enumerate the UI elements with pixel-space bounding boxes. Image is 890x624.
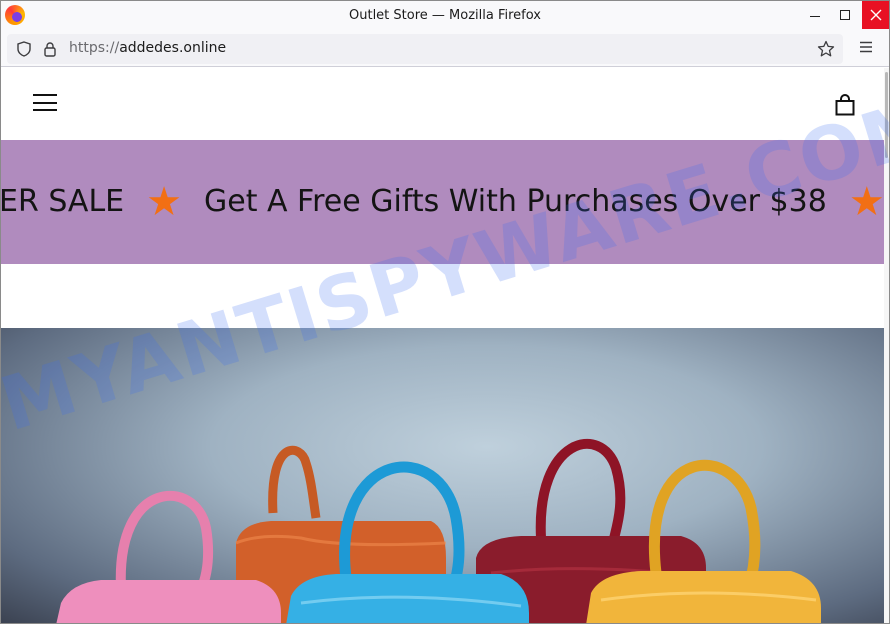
scroll-thumb[interactable] [885,72,888,158]
url-bar[interactable]: https://addedes.online [7,34,843,64]
maximize-button[interactable] [831,1,859,29]
hero-image[interactable] [1,328,884,623]
navigation-bar: https://addedes.online [1,31,889,67]
shopping-bag-icon[interactable] [835,94,855,116]
scrollbar[interactable] [884,68,889,623]
promo-text-2: Get A Free Gifts With Purchases Over $38 [204,184,827,219]
url-protocol: https:// [69,40,120,56]
hamburger-icon[interactable] [33,94,57,111]
promo-text-1: ER SALE [1,184,125,219]
close-icon [870,9,881,21]
spacer-band [1,264,884,328]
star-icon: ★ [848,178,884,225]
browser-window: Outlet Store — Mozilla Firefox https://a… [0,0,890,624]
url-text[interactable]: https://addedes.online [69,40,226,56]
shield-icon[interactable] [17,41,31,57]
page-viewport: ER SALE ★ Get A Free Gifts With Purchase… [1,68,889,623]
promo-marquee: ER SALE ★ Get A Free Gifts With Purchase… [1,178,884,225]
url-domain: addedes.online [119,40,227,56]
lock-icon[interactable] [43,41,57,57]
title-bar: Outlet Store — Mozilla Firefox [1,1,889,31]
minimize-button[interactable] [801,1,829,29]
star-icon[interactable] [817,40,835,58]
window-title: Outlet Store — Mozilla Firefox [349,8,541,23]
close-button[interactable] [862,1,889,29]
star-icon: ★ [146,178,182,225]
promo-banner: ER SALE ★ Get A Free Gifts With Purchase… [1,140,884,264]
site-header [1,68,884,140]
hamburger-menu-icon[interactable] [859,41,873,53]
handbags-illustration [56,438,821,623]
